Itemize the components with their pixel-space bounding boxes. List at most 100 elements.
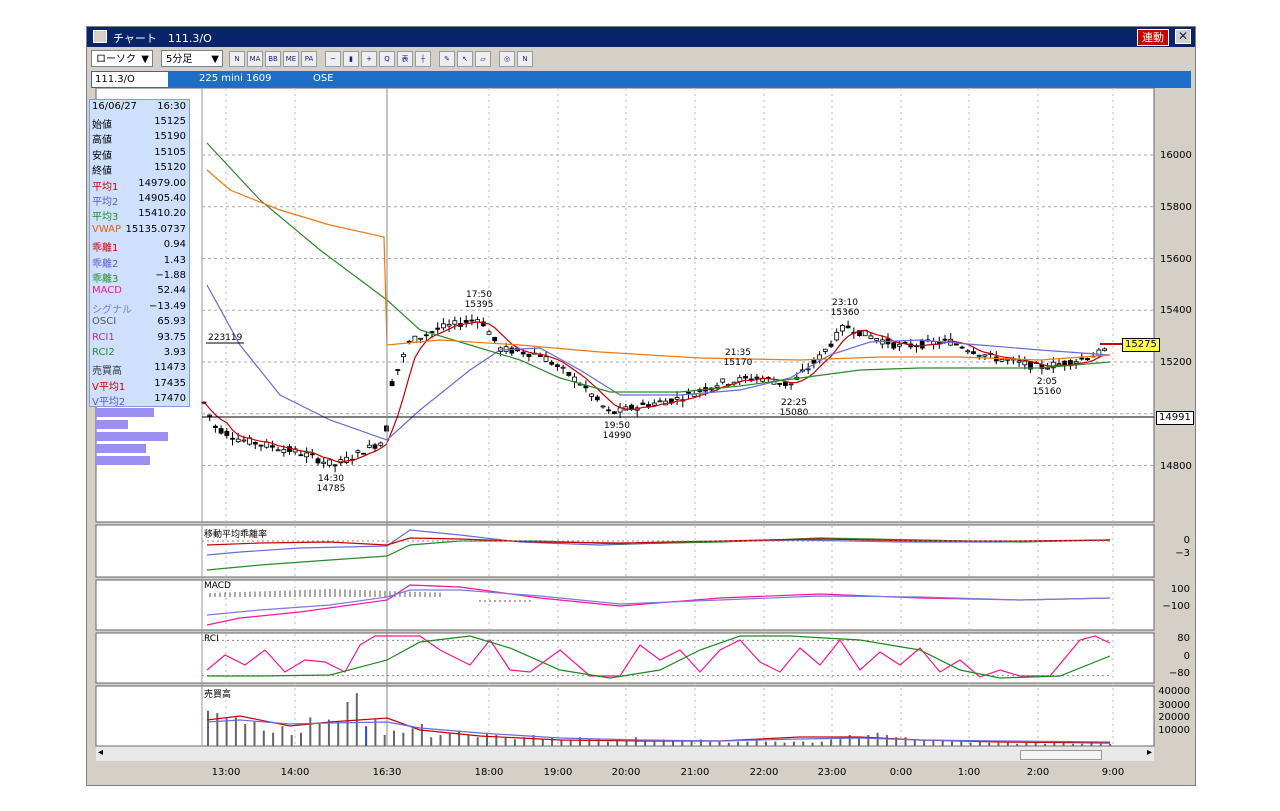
info-value: 15105 xyxy=(154,146,186,158)
time-tick-label: 18:00 xyxy=(474,767,504,778)
info-row: 乖離2 1.43 xyxy=(90,254,189,270)
info-label: V平均2 xyxy=(92,397,126,409)
time-tick-label: 23:00 xyxy=(817,767,847,778)
high-low-time: 21:35 xyxy=(725,348,751,358)
info-label: RCI1 xyxy=(92,331,115,343)
volume-bar xyxy=(365,726,368,746)
candle-body xyxy=(840,325,845,332)
candle-body xyxy=(971,351,976,354)
info-label: 乖離2 xyxy=(92,258,119,270)
candle-body xyxy=(560,366,566,369)
info-row: 平均1 14979.00 xyxy=(90,177,189,193)
info-row: MACD 52.44 xyxy=(90,284,189,299)
high-low-time: 22:25 xyxy=(781,398,807,408)
info-value: 15190 xyxy=(154,131,186,143)
high-low-time: 23:10 xyxy=(832,298,858,308)
high-low-price: 14785 xyxy=(316,484,346,494)
info-value: 11473 xyxy=(154,362,186,374)
info-row: 乖離3 −1.88 xyxy=(90,269,189,285)
info-value: −1.88 xyxy=(155,270,186,281)
volume-bar xyxy=(439,735,442,746)
high-low-price: 15170 xyxy=(723,358,753,368)
candle-body xyxy=(520,351,526,355)
scroll-left-icon[interactable]: ◂ xyxy=(98,747,103,758)
candle-body xyxy=(230,437,235,440)
info-row: RCI2 3.93 xyxy=(90,346,189,361)
candle-body xyxy=(401,353,406,358)
candle-body xyxy=(868,335,874,339)
volume-bar xyxy=(486,732,488,746)
info-row: 高値 15190 xyxy=(90,130,189,147)
info-value: 65.93 xyxy=(157,316,186,328)
scroll-right-icon[interactable]: ▸ xyxy=(1147,747,1152,758)
time-tick-label: 22:00 xyxy=(749,767,779,778)
info-row: 乖離1 0.94 xyxy=(90,238,189,254)
candle-body xyxy=(281,449,287,453)
time-tick-label: 19:00 xyxy=(543,767,573,778)
volume-bar xyxy=(634,737,637,746)
info-label: 乖離3 xyxy=(92,274,119,285)
candle-body xyxy=(212,425,218,428)
candle-body xyxy=(589,393,594,397)
volume-tick-label: 10000 xyxy=(1158,725,1190,736)
info-panel: 16/06/27 16:30 始値 15125 高値 15190 安値 15105 終値 15… xyxy=(89,99,190,409)
volume-bar xyxy=(904,737,907,746)
chart-canvas[interactable] xyxy=(0,0,1280,811)
candle-body xyxy=(492,336,498,342)
candle-body xyxy=(326,459,332,466)
high-low-time: 17:50 xyxy=(466,290,492,300)
candle-body xyxy=(332,464,338,467)
volume-profile-bar xyxy=(96,444,146,453)
candle-body xyxy=(537,354,543,357)
candle-body xyxy=(526,353,532,357)
candle-body xyxy=(822,348,828,352)
volume-bar xyxy=(504,737,507,746)
info-label: 高値 xyxy=(92,135,112,147)
candle-body xyxy=(629,404,634,410)
candle-body xyxy=(275,449,281,452)
time-tick-label: 9:00 xyxy=(1101,767,1125,778)
info-label: シグナル xyxy=(92,304,132,316)
info-row: 始値 15125 xyxy=(90,115,189,131)
candle-body xyxy=(1085,358,1090,361)
candle-body xyxy=(383,425,389,432)
volume-bar xyxy=(402,732,405,746)
info-date: 16/06/27 xyxy=(92,101,137,112)
candle-body xyxy=(218,428,224,434)
volume-bar xyxy=(290,735,293,746)
candle-body xyxy=(389,381,395,387)
info-value: 14979.00 xyxy=(138,177,186,189)
candle-body xyxy=(754,376,760,379)
candle-body xyxy=(720,378,726,383)
scroll-thumb[interactable] xyxy=(1020,750,1102,760)
time-tick-label: 1:00 xyxy=(957,767,981,778)
volume-bar xyxy=(253,721,256,746)
high-low-time: 2:05 xyxy=(1036,377,1058,387)
volume-bar xyxy=(244,724,247,746)
candle-body xyxy=(942,338,948,341)
info-label: 安値 xyxy=(92,150,112,162)
volume-bar xyxy=(411,728,414,746)
info-datetime: 16/06/27 16:30 xyxy=(90,100,189,115)
info-label: OSCI xyxy=(92,316,117,328)
volume-bar xyxy=(383,735,386,746)
candle-body xyxy=(378,442,384,446)
candle-body xyxy=(959,346,965,349)
candle-body xyxy=(264,441,270,448)
volume-bar xyxy=(234,717,237,746)
high-low-price: 14990 xyxy=(602,431,632,441)
info-value: 15125 xyxy=(154,116,186,127)
volume-bar xyxy=(346,702,349,746)
candle-body xyxy=(976,354,982,357)
volume-bar xyxy=(467,735,470,746)
candle-body xyxy=(572,376,577,383)
candle-body xyxy=(566,371,572,376)
candle-body xyxy=(617,407,623,413)
volume-bar xyxy=(551,737,554,746)
candle-body xyxy=(1045,367,1050,370)
candle-body xyxy=(452,320,458,325)
candle-body xyxy=(435,327,441,330)
horizontal-scrollbar[interactable]: ◂ ▸ xyxy=(96,746,1154,761)
high-low-price: 15160 xyxy=(1032,387,1062,397)
candle-body xyxy=(463,320,469,323)
